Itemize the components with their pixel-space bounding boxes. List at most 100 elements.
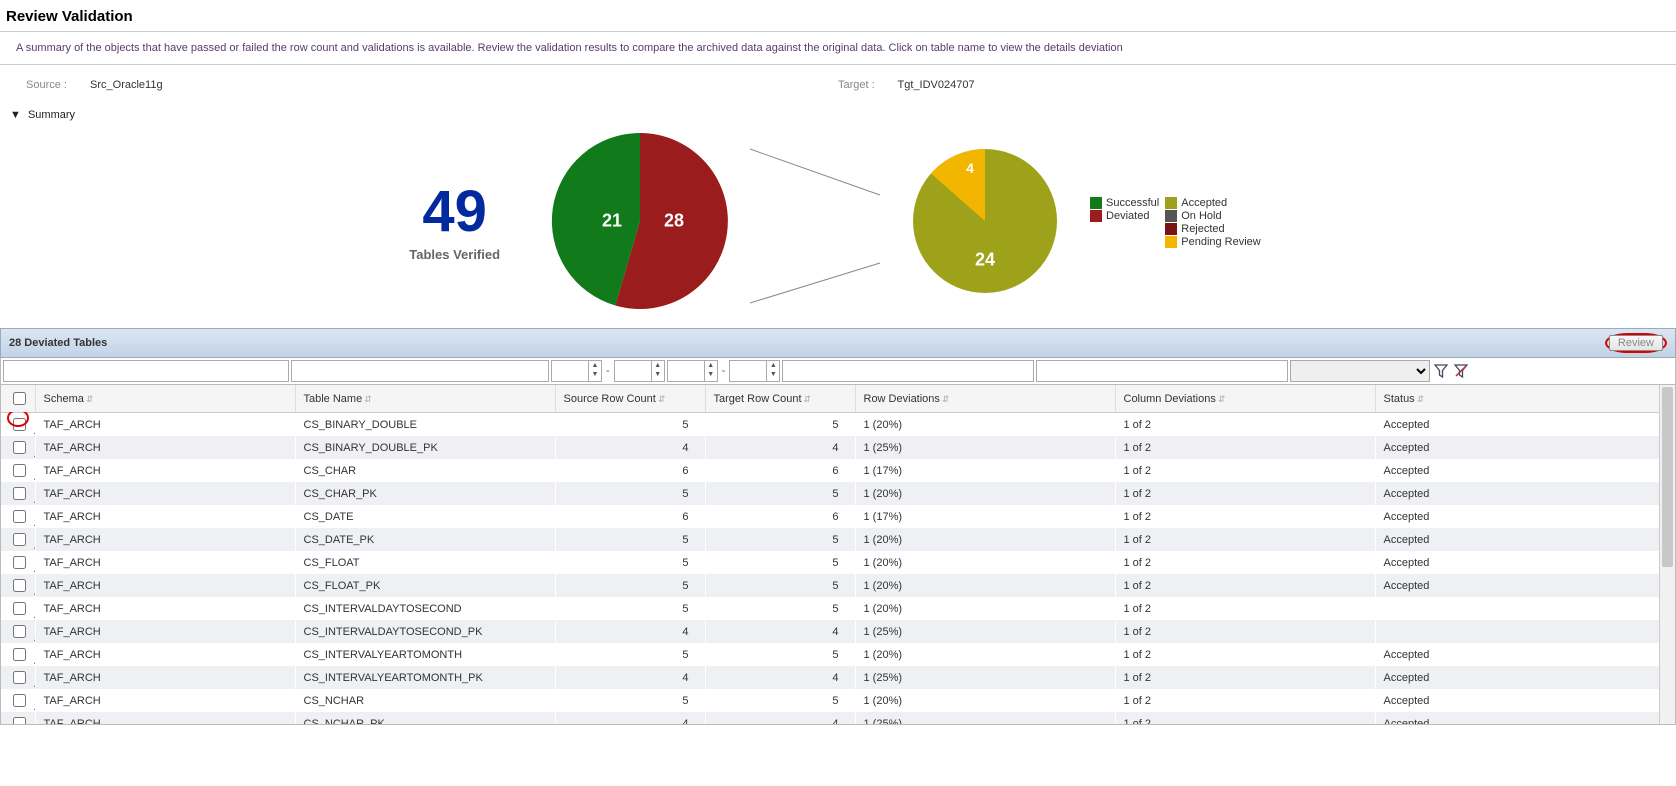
- col-coldev-header[interactable]: Column Deviations⇵: [1115, 385, 1375, 413]
- col-status-header[interactable]: Status⇵: [1375, 385, 1675, 413]
- table-row[interactable]: TAF_ARCHCS_BINARY_DOUBLE551 (20%)1 of 2A…: [1, 413, 1675, 437]
- table-row[interactable]: TAF_ARCHCS_INTERVALYEARTOMONTH_PK441 (25…: [1, 666, 1675, 689]
- cell-tgt: 5: [705, 413, 855, 437]
- spin-down-icon[interactable]: ▼: [589, 370, 601, 379]
- row-checkbox[interactable]: [13, 717, 26, 725]
- filter-tgt-max[interactable]: ▲▼: [729, 360, 780, 382]
- cell-schema: TAF_ARCH: [35, 528, 295, 551]
- cell-rowdev: 1 (25%): [855, 436, 1115, 459]
- scrollbar-thumb[interactable]: [1662, 387, 1673, 567]
- cell-tgt: 5: [705, 689, 855, 712]
- cell-status: Accepted: [1375, 643, 1675, 666]
- row-checkbox[interactable]: [13, 533, 26, 546]
- row-checkbox[interactable]: [13, 602, 26, 615]
- cell-rowdev: 1 (17%): [855, 505, 1115, 528]
- spin-down-icon[interactable]: ▼: [767, 370, 779, 379]
- cell-tgt: 4: [705, 436, 855, 459]
- review-button[interactable]: Review: [1609, 335, 1663, 351]
- cell-tgt: 5: [705, 643, 855, 666]
- cell-tablename[interactable]: CS_NCHAR_PK: [295, 712, 555, 725]
- spin-up-icon[interactable]: ▲: [652, 361, 664, 370]
- col-tgt-header[interactable]: Target Row Count⇵: [705, 385, 855, 413]
- col-src-header[interactable]: Source Row Count⇵: [555, 385, 705, 413]
- filter-schema-input[interactable]: [3, 360, 289, 382]
- filter-apply-icon[interactable]: [1432, 360, 1450, 382]
- cell-src: 4: [555, 436, 705, 459]
- cell-coldev: 1 of 2: [1115, 689, 1375, 712]
- select-all-checkbox[interactable]: [13, 392, 26, 405]
- cell-tablename[interactable]: CS_DATE_PK: [295, 528, 555, 551]
- cell-status: [1375, 597, 1675, 620]
- row-checkbox[interactable]: [13, 625, 26, 638]
- row-checkbox[interactable]: [13, 418, 26, 431]
- summary-toggle[interactable]: ▼ Summary: [0, 105, 1676, 131]
- spin-up-icon[interactable]: ▲: [589, 361, 601, 370]
- row-checkbox[interactable]: [13, 671, 26, 684]
- table-row[interactable]: TAF_ARCHCS_NCHAR551 (20%)1 of 2Accepted: [1, 689, 1675, 712]
- row-checkbox[interactable]: [13, 579, 26, 592]
- filter-tgt-min[interactable]: ▲▼: [667, 360, 718, 382]
- cell-tablename[interactable]: CS_FLOAT: [295, 551, 555, 574]
- table-row[interactable]: TAF_ARCHCS_INTERVALYEARTOMONTH551 (20%)1…: [1, 643, 1675, 666]
- table-row[interactable]: TAF_ARCHCS_INTERVALDAYTOSECOND_PK441 (25…: [1, 620, 1675, 643]
- cell-src: 5: [555, 597, 705, 620]
- table-row[interactable]: TAF_ARCHCS_FLOAT551 (20%)1 of 2Accepted: [1, 551, 1675, 574]
- cell-coldev: 1 of 2: [1115, 620, 1375, 643]
- cell-tablename[interactable]: CS_INTERVALYEARTOMONTH: [295, 643, 555, 666]
- filter-src-min[interactable]: ▲▼: [551, 360, 602, 382]
- table-row[interactable]: TAF_ARCHCS_DATE661 (17%)1 of 2Accepted: [1, 505, 1675, 528]
- legend-swatch: [1165, 210, 1177, 222]
- col-tablename-header[interactable]: Table Name⇵: [295, 385, 555, 413]
- row-checkbox[interactable]: [13, 441, 26, 454]
- table-row[interactable]: TAF_ARCHCS_BINARY_DOUBLE_PK441 (25%)1 of…: [1, 436, 1675, 459]
- cell-tablename[interactable]: CS_INTERVALYEARTOMONTH_PK: [295, 666, 555, 689]
- cell-tablename[interactable]: CS_BINARY_DOUBLE_PK: [295, 436, 555, 459]
- row-checkbox[interactable]: [13, 556, 26, 569]
- spin-up-icon[interactable]: ▲: [767, 361, 779, 370]
- row-checkbox[interactable]: [13, 694, 26, 707]
- table-row[interactable]: TAF_ARCHCS_FLOAT_PK551 (20%)1 of 2Accept…: [1, 574, 1675, 597]
- cell-status: Accepted: [1375, 528, 1675, 551]
- cell-tablename[interactable]: CS_NCHAR: [295, 689, 555, 712]
- vertical-scrollbar[interactable]: [1659, 385, 1675, 724]
- filter-src-max[interactable]: ▲▼: [614, 360, 665, 382]
- col-rowdev-header[interactable]: Row Deviations⇵: [855, 385, 1115, 413]
- row-checkbox[interactable]: [13, 648, 26, 661]
- cell-tablename[interactable]: CS_DATE: [295, 505, 555, 528]
- table-row[interactable]: TAF_ARCHCS_NCHAR_PK441 (25%)1 of 2Accept…: [1, 712, 1675, 725]
- spin-up-icon[interactable]: ▲: [705, 361, 717, 370]
- legend-swatch: [1165, 197, 1177, 209]
- table-row[interactable]: TAF_ARCHCS_CHAR_PK551 (20%)1 of 2Accepte…: [1, 482, 1675, 505]
- cell-src: 5: [555, 689, 705, 712]
- cell-schema: TAF_ARCH: [35, 574, 295, 597]
- spin-down-icon[interactable]: ▼: [705, 370, 717, 379]
- legend-item: Deviated: [1090, 210, 1159, 222]
- cell-tablename[interactable]: CS_BINARY_DOUBLE: [295, 413, 555, 437]
- legend-label: Accepted: [1181, 197, 1227, 209]
- cell-tablename[interactable]: CS_CHAR: [295, 459, 555, 482]
- cell-tablename[interactable]: CS_INTERVALDAYTOSECOND: [295, 597, 555, 620]
- filter-rowdev-input[interactable]: [782, 360, 1034, 382]
- cell-coldev: 1 of 2: [1115, 505, 1375, 528]
- filter-status-select[interactable]: [1290, 360, 1430, 382]
- filter-coldev-input[interactable]: [1036, 360, 1288, 382]
- cell-tablename[interactable]: CS_INTERVALDAYTOSECOND_PK: [295, 620, 555, 643]
- cell-tablename[interactable]: CS_FLOAT_PK: [295, 574, 555, 597]
- tables-verified-label: Tables Verified: [409, 247, 500, 262]
- filter-tablename-input[interactable]: [291, 360, 549, 382]
- summary-area: 49 Tables Verified 21 28 24 4 Suc: [0, 131, 1676, 328]
- filter-clear-icon[interactable]: [1452, 360, 1470, 382]
- cell-rowdev: 1 (17%): [855, 459, 1115, 482]
- table-row[interactable]: TAF_ARCHCS_INTERVALDAYTOSECOND551 (20%)1…: [1, 597, 1675, 620]
- cell-src: 6: [555, 505, 705, 528]
- source-label: Source :: [26, 79, 67, 91]
- spin-down-icon[interactable]: ▼: [652, 370, 664, 379]
- cell-status: Accepted: [1375, 689, 1675, 712]
- row-checkbox[interactable]: [13, 464, 26, 477]
- cell-tablename[interactable]: CS_CHAR_PK: [295, 482, 555, 505]
- row-checkbox[interactable]: [13, 510, 26, 523]
- row-checkbox[interactable]: [13, 487, 26, 500]
- table-row[interactable]: TAF_ARCHCS_CHAR661 (17%)1 of 2Accepted: [1, 459, 1675, 482]
- col-schema-header[interactable]: Schema⇵: [35, 385, 295, 413]
- table-row[interactable]: TAF_ARCHCS_DATE_PK551 (20%)1 of 2Accepte…: [1, 528, 1675, 551]
